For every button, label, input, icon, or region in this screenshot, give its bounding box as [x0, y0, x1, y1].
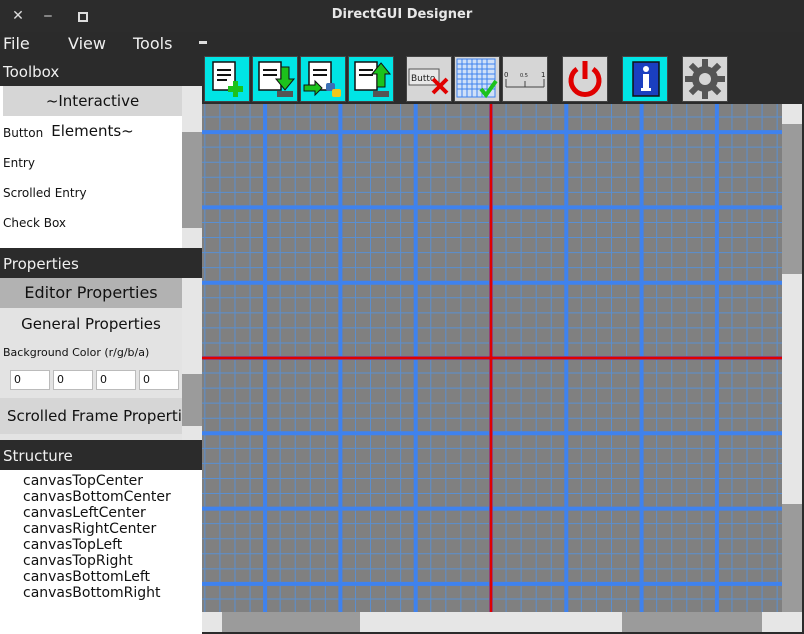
left-panel: Toolbox ~Interactive Elements~ Button En…: [0, 56, 202, 634]
structure-item[interactable]: canvasTopCenter: [23, 473, 143, 489]
properties-heading: Properties: [3, 255, 79, 273]
structure-item[interactable]: canvasLeftCenter: [23, 505, 146, 521]
properties-scroll-thumb[interactable]: [182, 374, 202, 426]
delete-element-icon[interactable]: Butto: [406, 56, 452, 102]
toolbar: Butto 0 0.5 1: [202, 56, 804, 104]
properties-scrollbar[interactable]: [182, 278, 202, 440]
help-icon[interactable]: [622, 56, 668, 102]
save-icon[interactable]: [252, 56, 298, 102]
structure-item[interactable]: canvasRightCenter: [23, 521, 156, 537]
canvas-horizontal-scrollbar[interactable]: [202, 612, 802, 632]
toolbox-item-button[interactable]: Button: [3, 126, 43, 140]
toolbox-item-scrolled-entry[interactable]: Scrolled Entry: [3, 186, 87, 200]
menu-overflow-icon[interactable]: [199, 41, 207, 44]
toolbox-heading: Toolbox: [3, 63, 60, 81]
toolbox-list: ~Interactive Elements~ Button Entry Scro…: [0, 86, 202, 248]
toolbox-scrollbar[interactable]: [182, 86, 202, 248]
toolbox-category[interactable]: ~Interactive Elements~: [3, 86, 182, 140]
window-title: DirectGUI Designer: [331, 7, 473, 22]
new-file-icon[interactable]: [204, 56, 250, 102]
canvas-vscroll-thumb-upper[interactable]: [782, 124, 802, 274]
structure-item[interactable]: canvasBottomCenter: [23, 489, 171, 505]
structure-item[interactable]: canvasTopLeft: [23, 537, 122, 553]
bg-color-a-field[interactable]: 0: [139, 370, 179, 390]
canvas-grid: [202, 104, 782, 612]
properties-panel: Editor Properties General Properties Bac…: [0, 278, 202, 440]
structure-heading: Structure: [3, 447, 73, 465]
bg-color-b-field[interactable]: 0: [96, 370, 136, 390]
menu-view[interactable]: View: [68, 34, 106, 53]
element-button-text: Butto: [411, 74, 436, 84]
canvas-vertical-scrollbar[interactable]: [782, 104, 802, 612]
structure-item[interactable]: canvasBottomLeft: [23, 569, 150, 585]
export-python-icon[interactable]: [300, 56, 346, 102]
structure-item[interactable]: canvasBottomRight: [23, 585, 161, 601]
canvas-hscroll-thumb-left[interactable]: [222, 612, 360, 632]
general-properties-header[interactable]: General Properties: [0, 310, 182, 338]
menu-bar: File View Tools: [0, 32, 804, 56]
bg-color-g-field[interactable]: 0: [53, 370, 93, 390]
design-canvas[interactable]: [202, 104, 782, 612]
menu-file[interactable]: File: [3, 34, 30, 53]
settings-icon[interactable]: [682, 56, 728, 102]
load-icon[interactable]: [348, 56, 394, 102]
menu-tools[interactable]: Tools: [133, 34, 172, 53]
scale-tick-half: 0.5: [520, 73, 528, 79]
structure-item[interactable]: canvasTopRight: [23, 553, 133, 569]
toggle-grid-icon[interactable]: [454, 56, 500, 102]
scale-tick-0: 0: [504, 71, 508, 79]
quit-icon[interactable]: [562, 56, 608, 102]
title-bar: ✕ ‒ DirectGUI Designer: [0, 0, 804, 32]
editor-properties-header[interactable]: Editor Properties: [0, 278, 182, 308]
scale-slider-icon[interactable]: 0 0.5 1: [502, 56, 548, 102]
toolbox-scroll-thumb[interactable]: [182, 132, 202, 228]
bg-color-r-field[interactable]: 0: [10, 370, 50, 390]
canvas-vscroll-thumb-lower[interactable]: [782, 504, 802, 612]
structure-tree: canvasTopCenter canvasBottomCenter canva…: [0, 470, 202, 634]
toolbox-item-entry[interactable]: Entry: [3, 156, 35, 170]
scrolled-frame-properties-header[interactable]: Scrolled Frame Properti: [0, 398, 182, 434]
canvas-hscroll-thumb-right[interactable]: [622, 612, 762, 632]
scale-tick-1: 1: [541, 71, 545, 79]
toolbox-item-check-box[interactable]: Check Box: [3, 216, 66, 230]
background-color-label: Background Color (r/g/b/a): [3, 346, 150, 359]
